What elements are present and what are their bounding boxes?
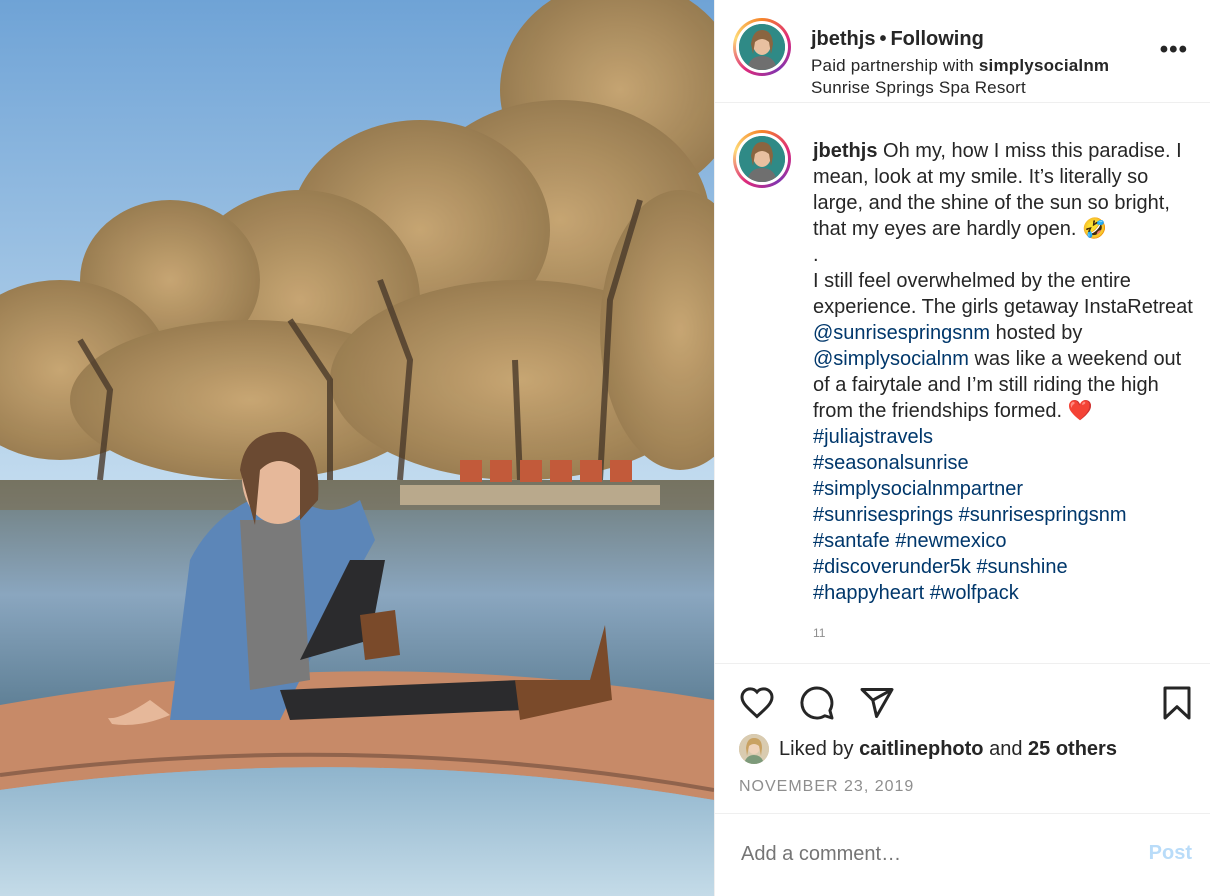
- username-link[interactable]: jbethjs: [811, 28, 875, 50]
- liker-username-link[interactable]: caitlinephoto: [859, 738, 983, 761]
- heart-emoji: ❤️: [1067, 400, 1093, 422]
- hashtag[interactable]: #newmexico: [895, 530, 1006, 552]
- partnership-line: Paid partnership with simplysocialnm: [811, 56, 1109, 76]
- heart-icon[interactable]: [739, 685, 775, 721]
- hashtag[interactable]: #sunrisesprings: [813, 504, 953, 526]
- liked-by-and: and: [989, 737, 1023, 760]
- hashtag[interactable]: #seasonalsunrise: [813, 452, 969, 474]
- overflow-partial-text: 11: [813, 626, 826, 640]
- avatar[interactable]: [733, 18, 791, 76]
- header-title: jbethjs • Following: [811, 28, 984, 51]
- post-comment-button[interactable]: Post: [1149, 842, 1192, 865]
- more-options-icon[interactable]: •••: [1160, 36, 1188, 64]
- comments-area[interactable]: jbethjs Oh my, how I miss this paradise.…: [715, 104, 1210, 664]
- avatar-image: [739, 24, 785, 70]
- post-header: jbethjs • Following Paid partnership with …: [715, 0, 1210, 103]
- post-date[interactable]: NOVEMBER 23, 2019: [739, 778, 914, 796]
- hashtag[interactable]: #wolfpack: [930, 582, 1019, 604]
- action-bar: [715, 665, 1210, 735]
- caption-part-2: I still feel overwhelmed by the entire e…: [813, 270, 1193, 318]
- hashtag[interactable]: #sunrisespringsnm: [959, 504, 1127, 526]
- caption-text: jbethjs Oh my, how I miss this paradise.…: [813, 138, 1203, 646]
- hashtag[interactable]: #santafe: [813, 530, 890, 552]
- hashtag[interactable]: #discoverunder5k: [813, 556, 971, 578]
- bookmark-icon[interactable]: [1159, 685, 1195, 721]
- hashtag[interactable]: #juliajstravels: [813, 426, 933, 448]
- caption-username[interactable]: jbethjs: [813, 140, 877, 162]
- hashtag[interactable]: #happyheart: [813, 582, 924, 604]
- comment-bar: Post: [715, 813, 1210, 896]
- liker-avatar-image: [739, 734, 769, 764]
- comment-icon[interactable]: [799, 685, 835, 721]
- liked-by-prefix: Liked by: [779, 737, 854, 760]
- hashtag[interactable]: #sunshine: [976, 556, 1067, 578]
- location-link[interactable]: Sunrise Springs Spa Resort: [811, 78, 1026, 98]
- post-side-panel: jbethjs • Following Paid partnership with …: [714, 0, 1210, 896]
- mention-sunrisespringsnm[interactable]: @sunrisespringsnm: [813, 322, 990, 344]
- separator-dot: •: [879, 28, 887, 50]
- following-button[interactable]: Following: [890, 28, 983, 50]
- caption-part-3: hosted by: [995, 322, 1083, 344]
- comment-input[interactable]: [739, 842, 1103, 867]
- mention-simplysocialnm[interactable]: @simplysocialnm: [813, 348, 969, 370]
- photo-illustration: [0, 0, 714, 896]
- avatar-image: [739, 136, 785, 182]
- liker-avatar[interactable]: [739, 734, 769, 764]
- share-icon[interactable]: [859, 685, 895, 721]
- others-likes-link[interactable]: 25 others: [1028, 738, 1117, 761]
- partnership-prefix: Paid partnership with: [811, 56, 974, 75]
- caption-avatar[interactable]: [733, 130, 791, 188]
- instagram-post: jbethjs • Following Paid partnership with …: [0, 0, 1210, 896]
- caption-dot: .: [813, 244, 819, 266]
- hashtag[interactable]: #simplysocialnmpartner: [813, 478, 1023, 500]
- partner-link[interactable]: simplysocialnm: [979, 56, 1109, 75]
- likes-line: Liked by caitlinephoto and 25 others: [739, 733, 1117, 765]
- post-photo[interactable]: [0, 0, 714, 896]
